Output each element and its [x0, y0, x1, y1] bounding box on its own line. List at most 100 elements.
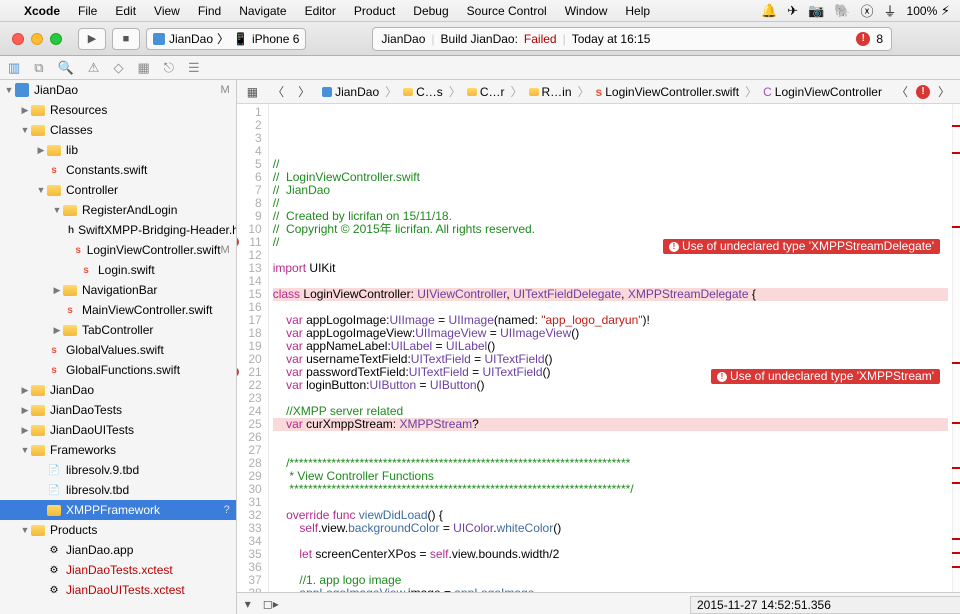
jumpbar-issue-icon[interactable]: !: [916, 85, 930, 99]
menubar-evernote-icon[interactable]: 🐘: [834, 3, 850, 19]
window-close-button[interactable]: [12, 33, 24, 45]
disclosure-triangle-icon[interactable]: ▶: [20, 405, 30, 416]
menu-edit[interactable]: Edit: [115, 4, 136, 18]
menu-file[interactable]: File: [78, 4, 97, 18]
disclosure-triangle-icon[interactable]: ▶: [36, 145, 46, 156]
report-navigator-icon[interactable]: ☰: [188, 60, 200, 76]
navigator-row[interactable]: ▼Classes: [0, 120, 236, 140]
disclosure-triangle-icon[interactable]: ▶: [52, 325, 62, 336]
jump-bar[interactable]: ▦ 〈 〉 JianDao〉 C…s〉 C…r〉 R…in〉 sLoginVie…: [237, 80, 960, 104]
scheme-selector[interactable]: JianDao 〉 📱 iPhone 6: [146, 28, 306, 50]
disclosure-triangle-icon[interactable]: ▼: [20, 525, 30, 535]
navigator-row[interactable]: ▼Frameworks: [0, 440, 236, 460]
menu-sourcecontrol[interactable]: Source Control: [467, 4, 547, 18]
code-editor[interactable]: Use of undeclared type 'XMPPStreamDelega…: [269, 104, 952, 592]
inline-error-badge[interactable]: Use of undeclared type 'XMPPStream': [711, 369, 940, 384]
menu-navigate[interactable]: Navigate: [239, 4, 286, 18]
navigator-row[interactable]: ▼Products: [0, 520, 236, 540]
window-zoom-button[interactable]: [50, 33, 62, 45]
navigator-row[interactable]: ▶NavigationBar: [0, 280, 236, 300]
project-navigator[interactable]: ▼JianDaoM▶Resources▼Classes▶libsConstant…: [0, 80, 237, 614]
window-minimize-button[interactable]: [31, 33, 43, 45]
navigator-row[interactable]: hSwiftXMPP-Bridging-Header.hA: [0, 220, 236, 240]
menubar-app-name[interactable]: Xcode: [24, 4, 60, 18]
swift-file-icon: s: [74, 242, 83, 258]
navigator-row[interactable]: ⚙JianDaoUITests.xctest: [0, 580, 236, 600]
minimap: [952, 104, 960, 592]
issue-badge-icon[interactable]: !: [856, 32, 870, 46]
navigator-row[interactable]: ▶JianDaoUITests: [0, 420, 236, 440]
navigator-row[interactable]: sMainViewController.swift: [0, 300, 236, 320]
menubar-battery[interactable]: 100% ⚡︎: [907, 3, 950, 19]
navigator-row[interactable]: ▶TabController: [0, 320, 236, 340]
issue-next-button[interactable]: 〉: [932, 83, 956, 100]
disclosure-triangle-icon[interactable]: ▶: [20, 105, 30, 116]
disclosure-triangle-icon[interactable]: ▶: [20, 425, 30, 436]
jumpbar-crumb[interactable]: C…s: [399, 85, 447, 99]
disclosure-triangle-icon[interactable]: ▶: [52, 285, 62, 296]
find-navigator-icon[interactable]: 🔍: [58, 60, 74, 76]
navigator-row[interactable]: sGlobalValues.swift: [0, 340, 236, 360]
line-number-gutter[interactable]: 1234567891011121314151617181920212223242…: [237, 104, 269, 592]
navigator-row[interactable]: ▶Resources: [0, 100, 236, 120]
project-navigator-icon[interactable]: ▥: [8, 60, 20, 76]
disclosure-triangle-icon[interactable]: ▼: [52, 205, 62, 215]
menu-window[interactable]: Window: [565, 4, 608, 18]
menu-editor[interactable]: Editor: [305, 4, 336, 18]
jumpbar-crumb[interactable]: CLoginViewController: [759, 85, 886, 99]
menubar-camera-icon[interactable]: 📷: [808, 3, 824, 19]
jumpbar-crumb[interactable]: JianDao: [318, 85, 383, 99]
disclosure-triangle-icon[interactable]: ▼: [20, 445, 30, 455]
debug-navigator-icon[interactable]: ▦: [137, 60, 149, 76]
test-navigator-icon[interactable]: ◇: [113, 60, 123, 76]
menu-view[interactable]: View: [154, 4, 180, 18]
navigator-row[interactable]: ▶lib: [0, 140, 236, 160]
forward-button[interactable]: 〉: [292, 83, 316, 100]
navigator-row[interactable]: sLogin.swift: [0, 260, 236, 280]
navigator-row[interactable]: sLoginViewController.swiftM: [0, 240, 236, 260]
menu-help[interactable]: Help: [625, 4, 650, 18]
navigator-row[interactable]: sConstants.swift: [0, 160, 236, 180]
menu-debug[interactable]: Debug: [413, 4, 448, 18]
run-button[interactable]: [78, 28, 106, 50]
breakpoint-toggle-icon[interactable]: ◻▸: [263, 597, 279, 611]
footer-timestamp-bar: 2015-11-27 14:52:51.356: [690, 596, 960, 614]
navigator-row[interactable]: sGlobalFunctions.swift: [0, 360, 236, 380]
navigator-row[interactable]: XMPPFramework?: [0, 500, 236, 520]
jumpbar-crumb[interactable]: C…r: [463, 85, 509, 99]
disclosure-triangle-icon[interactable]: ▼: [4, 85, 14, 95]
jumpbar-crumb[interactable]: sLoginViewController.swift: [592, 85, 744, 99]
navigator-row[interactable]: ⚙JianDaoTests.xctest: [0, 560, 236, 580]
navigator-row[interactable]: ▶JianDaoTests: [0, 400, 236, 420]
navigator-filterbar: ▥ ⧉ 🔍 ⚠ ◇ ▦ ⎋ ☰: [0, 56, 960, 80]
navigator-row[interactable]: ▼RegisterAndLogin: [0, 200, 236, 220]
navigator-row[interactable]: ⚙JianDao.app: [0, 540, 236, 560]
navigator-item-label: GlobalFunctions.swift: [66, 363, 180, 377]
menubar-xmarks-icon[interactable]: ⓧ: [861, 1, 874, 20]
disclosure-triangle-icon[interactable]: ▼: [36, 185, 46, 195]
menubar-plane-icon[interactable]: ✈: [787, 3, 798, 19]
symbol-navigator-icon[interactable]: ⧉: [34, 60, 43, 76]
menubar-notification-icon[interactable]: 🔔: [761, 3, 777, 19]
menubar-wifi-icon[interactable]: ⏚: [884, 1, 897, 20]
toggle-debug-area-icon[interactable]: ▾: [245, 597, 251, 611]
back-button[interactable]: 〈: [266, 83, 290, 100]
navigator-row[interactable]: 📄libresolv.9.tbd: [0, 460, 236, 480]
inline-error-badge[interactable]: Use of undeclared type 'XMPPStreamDelega…: [663, 239, 940, 254]
menu-find[interactable]: Find: [198, 4, 221, 18]
navigator-row[interactable]: ▼JianDaoM: [0, 80, 236, 100]
navigator-row[interactable]: ▶JianDao: [0, 380, 236, 400]
breakpoint-navigator-icon[interactable]: ⎋: [164, 60, 174, 76]
status-action: Build JianDao:: [441, 32, 518, 46]
stop-button[interactable]: [112, 28, 140, 50]
issue-prev-button[interactable]: 〈: [890, 83, 914, 100]
disclosure-triangle-icon[interactable]: ▼: [20, 125, 30, 135]
issue-navigator-icon[interactable]: ⚠: [88, 60, 100, 76]
menu-product[interactable]: Product: [354, 4, 395, 18]
jumpbar-crumb[interactable]: R…in: [525, 85, 576, 99]
related-items-icon[interactable]: ▦: [241, 85, 264, 99]
disclosure-triangle-icon[interactable]: ▶: [20, 385, 30, 396]
scm-status-badge: M: [221, 244, 230, 256]
navigator-row[interactable]: 📄libresolv.tbd: [0, 480, 236, 500]
navigator-row[interactable]: ▼Controller: [0, 180, 236, 200]
